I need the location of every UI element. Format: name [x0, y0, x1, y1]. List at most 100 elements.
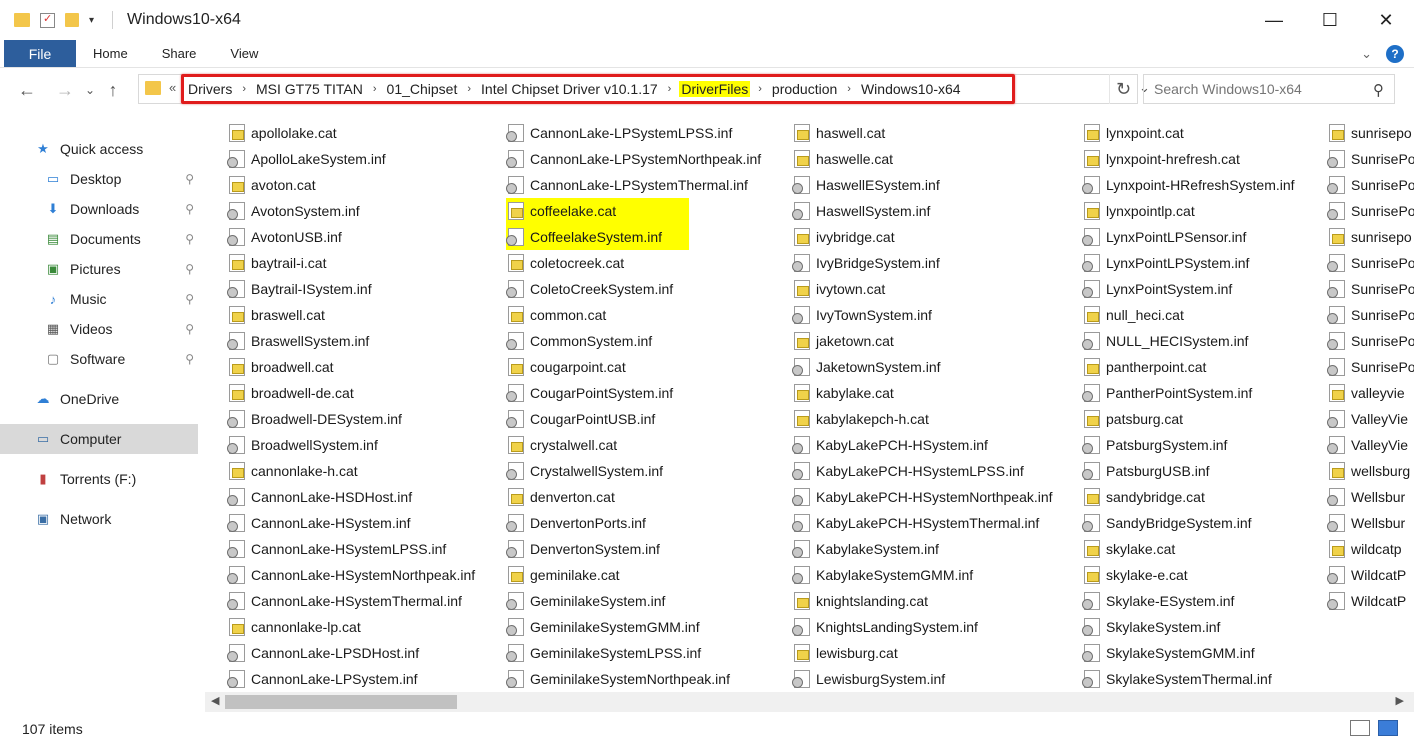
file-item[interactable]: IvyTownSystem.inf: [792, 302, 1053, 328]
file-item[interactable]: knightslanding.cat: [792, 588, 1053, 614]
file-item[interactable]: GeminilakeSystemNorthpeak.inf: [506, 666, 761, 692]
file-item[interactable]: CannonLake-HSystem.inf: [227, 510, 475, 536]
file-item[interactable]: LewisburgSystem.inf: [792, 666, 1053, 692]
file-item[interactable]: WildcatP: [1327, 562, 1414, 588]
sidebar-item-documents[interactable]: ▤ Documents ⚲: [0, 224, 198, 254]
file-item[interactable]: lewisburg.cat: [792, 640, 1053, 666]
tab-view[interactable]: View: [213, 40, 275, 67]
file-item[interactable]: baytrail-i.cat: [227, 250, 475, 276]
file-item[interactable]: kabylakepch-h.cat: [792, 406, 1053, 432]
file-item[interactable]: PantherPointSystem.inf: [1082, 380, 1295, 406]
file-item[interactable]: sunrisepo: [1327, 224, 1414, 250]
file-item[interactable]: SunrisePo: [1327, 302, 1414, 328]
file-item[interactable]: apollolake.cat: [227, 120, 475, 146]
refresh-button[interactable]: ↻: [1109, 74, 1137, 104]
file-item[interactable]: KabyLakePCH-HSystemNorthpeak.inf: [792, 484, 1053, 510]
file-item[interactable]: LynxPointSystem.inf: [1082, 276, 1295, 302]
file-item[interactable]: SandyBridgeSystem.inf: [1082, 510, 1295, 536]
file-item[interactable]: SunrisePo: [1327, 146, 1414, 172]
file-item[interactable]: ivybridge.cat: [792, 224, 1053, 250]
breadcrumb-item[interactable]: Intel Chipset Driver v10.1.17: [479, 81, 660, 97]
file-item[interactable]: KabylakeSystemGMM.inf: [792, 562, 1053, 588]
file-item[interactable]: CannonLake-HSystemLPSS.inf: [227, 536, 475, 562]
file-item[interactable]: GeminilakeSystem.inf: [506, 588, 761, 614]
breadcrumb-item[interactable]: MSI GT75 TITAN: [254, 81, 365, 97]
back-button[interactable]: ←: [12, 75, 42, 105]
breadcrumb-item[interactable]: Drivers: [186, 81, 234, 97]
up-button[interactable]: ↑: [100, 75, 126, 105]
search-icon[interactable]: ⚲: [1373, 81, 1384, 99]
file-item[interactable]: haswell.cat: [792, 120, 1053, 146]
file-item[interactable]: ValleyVie: [1327, 406, 1414, 432]
file-item[interactable]: CannonLake-HSystemThermal.inf: [227, 588, 475, 614]
large-icons-view-icon[interactable]: [1378, 720, 1398, 736]
tab-share[interactable]: Share: [145, 40, 214, 67]
file-item[interactable]: wildcatp: [1327, 536, 1414, 562]
file-item[interactable]: denverton.cat: [506, 484, 761, 510]
file-item[interactable]: lynxpoint-hrefresh.cat: [1082, 146, 1295, 172]
recent-locations-button[interactable]: ⌄: [80, 75, 100, 105]
sidebar-item-onedrive[interactable]: ☁ OneDrive: [0, 384, 198, 414]
file-item[interactable]: KabyLakePCH-HSystem.inf: [792, 432, 1053, 458]
file-item[interactable]: lynxpointlp.cat: [1082, 198, 1295, 224]
file-item[interactable]: Broadwell-DESystem.inf: [227, 406, 475, 432]
pin-icon[interactable]: ⚲: [185, 172, 194, 186]
sidebar-item-videos[interactable]: ▦ Videos ⚲: [0, 314, 198, 344]
chevron-double-left-icon[interactable]: «: [169, 80, 176, 95]
details-view-icon[interactable]: [1350, 720, 1370, 736]
file-item[interactable]: CannonLake-LPSDHost.inf: [227, 640, 475, 666]
breadcrumb-chevron-icon[interactable]: ›: [467, 83, 471, 95]
file-item[interactable]: SkylakeSystemGMM.inf: [1082, 640, 1295, 666]
file-item[interactable]: jaketown.cat: [792, 328, 1053, 354]
sidebar-item-torrents-f[interactable]: ▮ Torrents (F:): [0, 464, 198, 494]
tab-file[interactable]: File: [4, 40, 76, 67]
file-item[interactable]: CannonLake-LPSystemNorthpeak.inf: [506, 146, 761, 172]
sidebar-item-downloads[interactable]: ⬇ Downloads ⚲: [0, 194, 198, 224]
sidebar-item-quick-access[interactable]: ★ Quick access: [0, 134, 198, 164]
scroll-left-icon[interactable]: ◀: [211, 694, 219, 707]
breadcrumb-chevron-icon[interactable]: ›: [242, 83, 246, 95]
file-item[interactable]: valleyvie: [1327, 380, 1414, 406]
file-item[interactable]: SunrisePo: [1327, 250, 1414, 276]
maximize-button[interactable]: ☐: [1302, 0, 1358, 40]
forward-button[interactable]: →: [50, 75, 80, 105]
sidebar-item-network[interactable]: ▣ Network: [0, 504, 198, 534]
file-item[interactable]: CannonLake-HSDHost.inf: [227, 484, 475, 510]
breadcrumb-chevron-icon[interactable]: ›: [847, 83, 851, 95]
file-item[interactable]: lynxpoint.cat: [1082, 120, 1295, 146]
file-item[interactable]: cougarpoint.cat: [506, 354, 761, 380]
tab-home[interactable]: Home: [76, 40, 145, 67]
file-item[interactable]: Skylake-ESystem.inf: [1082, 588, 1295, 614]
pin-icon[interactable]: ⚲: [185, 322, 194, 336]
file-item[interactable]: SkylakeSystem.inf: [1082, 614, 1295, 640]
file-item[interactable]: braswell.cat: [227, 302, 475, 328]
file-item[interactable]: common.cat: [506, 302, 761, 328]
search-input[interactable]: [1154, 81, 1354, 97]
file-item[interactable]: BroadwellSystem.inf: [227, 432, 475, 458]
file-item[interactable]: cannonlake-h.cat: [227, 458, 475, 484]
file-item[interactable]: ivytown.cat: [792, 276, 1053, 302]
file-item[interactable]: SunrisePo: [1327, 276, 1414, 302]
search-box[interactable]: ⚲: [1143, 74, 1395, 104]
file-item[interactable]: null_heci.cat: [1082, 302, 1295, 328]
breadcrumb-chevron-icon[interactable]: ›: [668, 83, 672, 95]
pin-icon[interactable]: ⚲: [185, 202, 194, 216]
new-folder-icon[interactable]: [65, 13, 79, 27]
file-item[interactable]: CougarPointUSB.inf: [506, 406, 761, 432]
file-item[interactable]: haswelle.cat: [792, 146, 1053, 172]
file-item[interactable]: DenvertonSystem.inf: [506, 536, 761, 562]
file-item[interactable]: WildcatP: [1327, 588, 1414, 614]
file-item[interactable]: CannonLake-LPSystemThermal.inf: [506, 172, 761, 198]
file-item[interactable]: KabyLakePCH-HSystemLPSS.inf: [792, 458, 1053, 484]
file-item[interactable]: avoton.cat: [227, 172, 475, 198]
breadcrumb-item[interactable]: 01_Chipset: [385, 81, 460, 97]
file-item[interactable]: CannonLake-LPSystem.inf: [227, 666, 475, 692]
breadcrumb-chevron-icon[interactable]: ›: [758, 83, 762, 95]
properties-icon[interactable]: ✓: [40, 12, 55, 28]
file-item[interactable]: SunrisePo: [1327, 354, 1414, 380]
file-item[interactable]: Wellsbur: [1327, 510, 1414, 536]
file-item[interactable]: sandybridge.cat: [1082, 484, 1295, 510]
file-item[interactable]: SunrisePo: [1327, 198, 1414, 224]
file-item[interactable]: CougarPointSystem.inf: [506, 380, 761, 406]
file-item[interactable]: SunrisePo: [1327, 328, 1414, 354]
